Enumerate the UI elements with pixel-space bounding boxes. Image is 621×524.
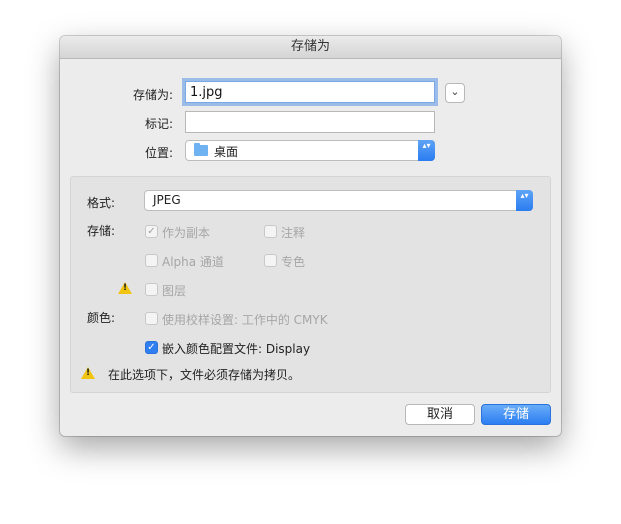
folder-icon (194, 143, 208, 156)
popup-stepper-icon: ▴▾ (516, 190, 533, 211)
location-value: 桌面 (214, 145, 239, 159)
spot-colors-checkbox[interactable] (264, 254, 277, 267)
location-popup[interactable]: 桌面 ▴▾ (185, 140, 435, 161)
dialog-title: 存储为 (60, 36, 561, 59)
layers-checkbox[interactable] (145, 283, 158, 296)
options-panel: 格式: JPEG ▴▾ 存储: ✓ 作为副本 注释 Alpha 通道 专色 ! … (70, 176, 551, 393)
checkmark-icon: ✓ (147, 226, 156, 237)
format-value: JPEG (153, 193, 181, 207)
color-section-label: 颜色: (87, 311, 116, 325)
checkmark-icon: ✓ (147, 342, 156, 353)
save-section-label: 存储: (87, 224, 116, 238)
cancel-button[interactable]: 取消 (405, 404, 475, 425)
as-copy-label: 作为副本 (162, 226, 211, 240)
tags-field[interactable] (185, 111, 435, 133)
as-copy-checkbox[interactable]: ✓ (145, 225, 158, 238)
popup-stepper-icon: ▴▾ (418, 140, 435, 161)
tags-label: 标记: (144, 117, 173, 131)
save-as-dialog: 存储为 存储为: ⌄ 标记: 位置: 桌面 ▴▾ 格式: JPEG ▴▾ 存储:… (60, 36, 561, 436)
notes-label: 注释 (281, 226, 306, 240)
format-label: 格式: (87, 196, 116, 210)
where-label: 位置: (144, 146, 173, 160)
proof-setup-checkbox[interactable] (145, 312, 158, 325)
expand-dialog-button[interactable]: ⌄ (445, 83, 465, 103)
proof-setup-label: 使用校样设置: 工作中的 CMYK (162, 313, 328, 327)
notes-checkbox[interactable] (264, 225, 277, 238)
embed-profile-label: 嵌入颜色配置文件: Display (162, 342, 311, 356)
format-popup[interactable]: JPEG ▴▾ (144, 190, 533, 211)
warning-icon: ! (81, 367, 95, 379)
save-button[interactable]: 存储 (481, 404, 551, 425)
layers-label: 图层 (162, 284, 187, 298)
filename-field[interactable] (185, 81, 435, 103)
copy-warning-text: 在此选项下，文件必须存储为拷贝。 (108, 368, 301, 382)
save-as-label: 存储为: (132, 88, 173, 102)
spot-colors-label: 专色 (281, 255, 306, 269)
alpha-channels-checkbox[interactable] (145, 254, 158, 267)
tags-input[interactable] (186, 112, 434, 132)
embed-profile-checkbox[interactable]: ✓ (145, 341, 158, 354)
warning-icon: ! (118, 282, 132, 294)
alpha-channels-label: Alpha 通道 (162, 255, 224, 269)
filename-input[interactable] (186, 82, 434, 102)
chevron-down-icon: ⌄ (450, 85, 460, 98)
